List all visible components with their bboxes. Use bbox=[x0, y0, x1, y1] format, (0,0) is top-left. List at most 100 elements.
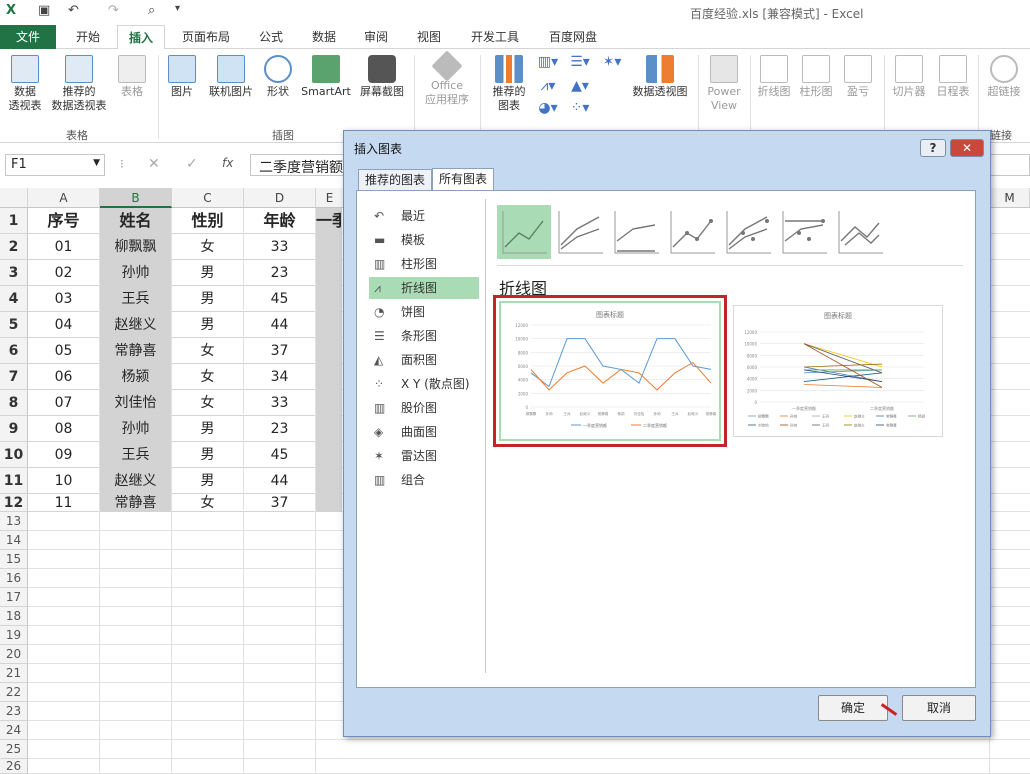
data-cell[interactable]: 男 bbox=[172, 416, 244, 442]
row-header[interactable]: 17 bbox=[0, 588, 28, 607]
row-header[interactable]: 7 bbox=[0, 364, 28, 390]
scatter-chart-menu[interactable]: ⁘▾ bbox=[566, 101, 594, 115]
data-cell[interactable]: 04 bbox=[28, 312, 100, 338]
subtype-line[interactable] bbox=[497, 205, 551, 259]
line-chart-menu[interactable]: ⩘▾ bbox=[534, 79, 562, 93]
data-cell[interactable] bbox=[316, 390, 342, 416]
data-cell[interactable]: 女 bbox=[172, 364, 244, 390]
power-view-button[interactable]: Power View bbox=[702, 55, 746, 113]
data-cell[interactable]: 男 bbox=[172, 260, 244, 286]
recommended-charts-button[interactable]: 推荐的 图表 bbox=[486, 55, 532, 113]
sparkline-line-button[interactable]: 折线图 bbox=[754, 55, 794, 99]
data-cell[interactable]: 常静喜 bbox=[100, 338, 172, 364]
tab-all-charts[interactable]: 所有图表 bbox=[432, 168, 495, 191]
shapes-button[interactable]: 形状 bbox=[260, 55, 296, 99]
cancel-icon[interactable]: ✕ bbox=[148, 156, 160, 172]
row-header[interactable]: 8 bbox=[0, 390, 28, 416]
header-cell[interactable]: 序号 bbox=[28, 208, 100, 234]
row-header[interactable]: 13 bbox=[0, 512, 28, 531]
customize-qat-icon[interactable]: ▾ bbox=[175, 3, 180, 14]
chart-preview-2[interactable]: 图表标题 0 2000 4000 6000 8000 10000 12000 一季度营销额 二季度… bbox=[733, 305, 943, 437]
data-cell[interactable]: 11 bbox=[28, 494, 100, 512]
tab-home[interactable]: 开始 bbox=[62, 25, 114, 49]
data-cell[interactable] bbox=[316, 234, 342, 260]
data-cell[interactable]: 孙帅 bbox=[100, 416, 172, 442]
data-cell[interactable]: 05 bbox=[28, 338, 100, 364]
tab-page-layout[interactable]: 页面布局 bbox=[172, 25, 240, 49]
data-cell[interactable]: 23 bbox=[244, 416, 316, 442]
subtype-stacked-line[interactable] bbox=[553, 205, 607, 259]
row-header[interactable]: 3 bbox=[0, 260, 28, 286]
screenshot-button[interactable]: 屏幕截图 bbox=[356, 55, 408, 99]
office-apps-button[interactable]: Office 应用程序 bbox=[418, 50, 476, 107]
smartart-button[interactable]: SmartArt bbox=[298, 55, 354, 99]
row-header[interactable]: 21 bbox=[0, 664, 28, 683]
data-cell[interactable] bbox=[316, 286, 342, 312]
row-header[interactable]: 22 bbox=[0, 683, 28, 702]
header-cell[interactable]: 年龄 bbox=[244, 208, 316, 234]
category-scatter[interactable]: ⁘ X Y (散点图) bbox=[369, 373, 479, 395]
row-header[interactable]: 15 bbox=[0, 550, 28, 569]
row-header[interactable]: 16 bbox=[0, 569, 28, 588]
data-cell[interactable]: 刘佳怡 bbox=[100, 390, 172, 416]
row-header[interactable]: 25 bbox=[0, 740, 28, 759]
data-cell[interactable]: 女 bbox=[172, 234, 244, 260]
row-header[interactable]: 23 bbox=[0, 702, 28, 721]
data-cell[interactable]: 02 bbox=[28, 260, 100, 286]
pivot-chart-button[interactable]: 数据透视图 bbox=[628, 55, 692, 99]
insert-function-icon[interactable]: fx bbox=[222, 156, 233, 170]
tab-review[interactable]: 审阅 bbox=[352, 25, 400, 49]
data-cell[interactable]: 09 bbox=[28, 442, 100, 468]
data-cell[interactable] bbox=[316, 468, 342, 494]
column-header[interactable]: B bbox=[100, 188, 172, 208]
column-header[interactable]: A bbox=[28, 188, 100, 208]
data-cell[interactable]: 33 bbox=[244, 390, 316, 416]
data-cell[interactable]: 45 bbox=[244, 286, 316, 312]
pivot-table-button[interactable]: 数据 透视表 bbox=[4, 55, 46, 113]
category-column[interactable]: ▥ 柱形图 bbox=[369, 253, 479, 275]
category-stock[interactable]: ▥ 股价图 bbox=[369, 397, 479, 419]
data-cell[interactable]: 44 bbox=[244, 468, 316, 494]
category-line[interactable]: ⩘ 折线图 bbox=[369, 277, 479, 299]
picture-button[interactable]: 图片 bbox=[164, 55, 200, 99]
name-box[interactable]: F1 ▼ bbox=[5, 154, 105, 176]
ok-button[interactable]: 确定 bbox=[818, 695, 888, 721]
data-cell[interactable]: 45 bbox=[244, 442, 316, 468]
chart-preview-1[interactable]: 图表标题 0 2000 4000 6000 8000 10000 12000 柳飘飘 孙帅 王兵 赵继… bbox=[493, 295, 727, 447]
row-header[interactable]: 2 bbox=[0, 234, 28, 260]
data-cell[interactable]: 杨颍 bbox=[100, 364, 172, 390]
data-cell[interactable]: 赵继义 bbox=[100, 468, 172, 494]
help-button[interactable]: ? bbox=[920, 139, 946, 157]
subtype-line-markers[interactable] bbox=[665, 205, 719, 259]
row-header[interactable]: 6 bbox=[0, 338, 28, 364]
data-cell[interactable]: 男 bbox=[172, 468, 244, 494]
data-cell[interactable]: 男 bbox=[172, 442, 244, 468]
data-cell[interactable] bbox=[316, 312, 342, 338]
header-cell[interactable]: 性别 bbox=[172, 208, 244, 234]
table-button[interactable]: 表格 bbox=[114, 55, 150, 99]
data-cell[interactable]: 08 bbox=[28, 416, 100, 442]
tab-data[interactable]: 数据 bbox=[300, 25, 348, 49]
column-header[interactable]: D bbox=[244, 188, 316, 208]
subtype-stacked-line-markers[interactable] bbox=[721, 205, 775, 259]
column-header[interactable]: M bbox=[990, 188, 1030, 208]
row-header[interactable]: 9 bbox=[0, 416, 28, 442]
data-cell[interactable]: 男 bbox=[172, 312, 244, 338]
undo-icon[interactable]: ↶ bbox=[68, 3, 79, 18]
data-cell[interactable] bbox=[316, 364, 342, 390]
sparkline-winloss-button[interactable]: 盈亏 bbox=[838, 55, 878, 99]
radar-chart-menu[interactable]: ✶▾ bbox=[598, 55, 626, 69]
data-cell[interactable]: 44 bbox=[244, 312, 316, 338]
data-cell[interactable] bbox=[316, 260, 342, 286]
category-pie[interactable]: ◔ 饼图 bbox=[369, 301, 479, 323]
category-surface[interactable]: ◈ 曲面图 bbox=[369, 421, 479, 443]
data-cell[interactable]: 07 bbox=[28, 390, 100, 416]
category-recent[interactable]: ↶ 最近 bbox=[369, 205, 479, 227]
tab-insert[interactable]: 插入 bbox=[117, 25, 165, 50]
row-header[interactable]: 10 bbox=[0, 442, 28, 468]
data-cell[interactable]: 01 bbox=[28, 234, 100, 260]
data-cell[interactable]: 03 bbox=[28, 286, 100, 312]
column-header[interactable]: E bbox=[316, 188, 344, 208]
subtype-100-stacked-line[interactable] bbox=[609, 205, 663, 259]
data-cell[interactable]: 34 bbox=[244, 364, 316, 390]
